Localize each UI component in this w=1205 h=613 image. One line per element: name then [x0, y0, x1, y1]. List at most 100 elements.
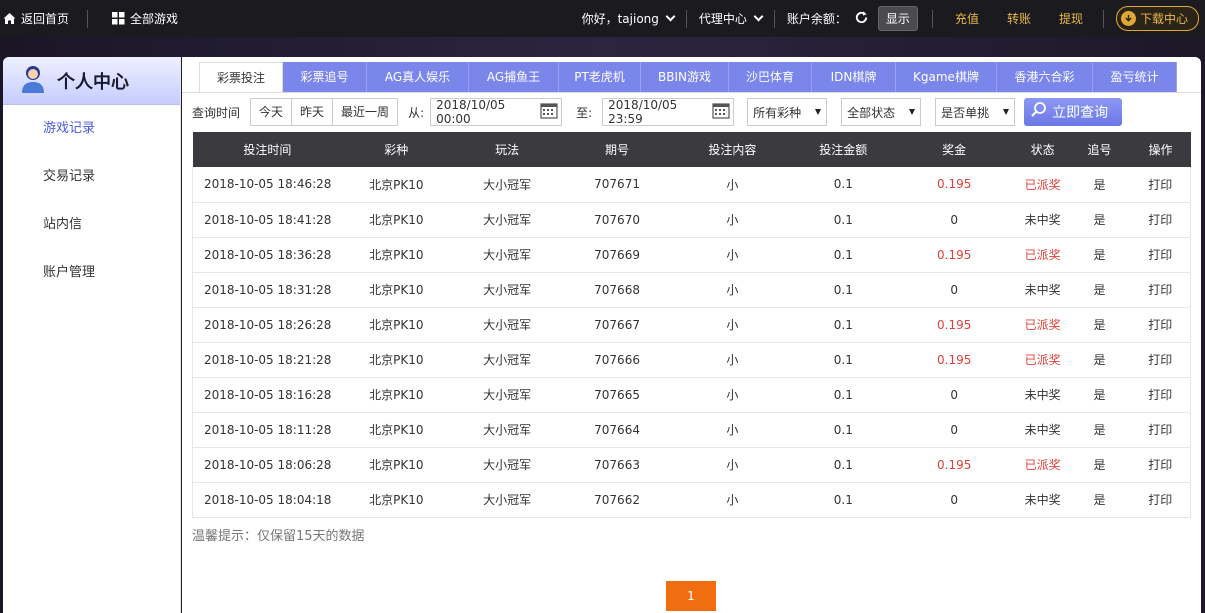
- cell-chase: 是: [1068, 202, 1131, 238]
- sidebar-item-game-records[interactable]: 游戏记录: [3, 119, 180, 167]
- tab-ag-fishing[interactable]: AG捕鱼王: [469, 62, 559, 92]
- greeting-text: 你好，tajiong: [581, 12, 659, 26]
- cell-bet-time: 2018-10-05 18:46:28: [192, 167, 343, 203]
- col-amount[interactable]: 投注金额: [794, 132, 892, 167]
- cell-action[interactable]: 打印: [1130, 167, 1192, 203]
- cell-bet-time: 2018-10-05 18:21:28: [192, 342, 343, 378]
- top-bar: 返回首页 全部游戏 你好，tajiong 代理中心 账户余额： 显示 充值 转账…: [0, 0, 1205, 37]
- sidebar-item-account[interactable]: 账户管理: [3, 263, 180, 311]
- cell-play: 大小冠军: [450, 447, 565, 483]
- download-center-button[interactable]: 下载中心: [1115, 6, 1199, 31]
- divider: [931, 9, 933, 28]
- cell-lottery: 北京PK10: [342, 412, 451, 448]
- col-prize[interactable]: 奖金: [891, 132, 1017, 167]
- all-games-link[interactable]: 全部游戏: [112, 10, 178, 27]
- cell-amount: 0.1: [794, 202, 892, 238]
- withdraw-link[interactable]: 提现: [1059, 10, 1083, 27]
- cell-amount: 0.1: [794, 237, 892, 273]
- cell-action[interactable]: 打印: [1130, 202, 1192, 238]
- tab-lottery-chase[interactable]: 彩票追号: [283, 62, 367, 92]
- cell-action[interactable]: 打印: [1130, 272, 1192, 308]
- to-date-input[interactable]: 2018/10/05 23:59: [602, 98, 735, 126]
- cell-action[interactable]: 打印: [1130, 342, 1192, 378]
- cell-action[interactable]: 打印: [1130, 307, 1192, 343]
- cell-action[interactable]: 打印: [1130, 412, 1192, 448]
- col-lottery[interactable]: 彩种: [342, 132, 451, 167]
- cell-play: 大小冠军: [450, 202, 565, 238]
- status-value: 全部状态: [847, 105, 896, 120]
- table-row: 2018-10-05 18:36:28 北京PK10 大小冠军 707669 小 0.1 0…: [192, 237, 1192, 273]
- col-play[interactable]: 玩法: [450, 132, 565, 167]
- col-bet-time[interactable]: 投注时间: [192, 132, 343, 167]
- bet-records-table: 投注时间 彩种 玩法 期号 投注内容 投注金额 奖金 状态 追号 操作 2018…: [192, 132, 1192, 518]
- agent-center-label: 代理中心: [698, 12, 747, 26]
- home-link[interactable]: 返回首页: [3, 10, 69, 27]
- tab-ag-live[interactable]: AG真人娱乐: [367, 62, 469, 92]
- cell-issue: 707668: [564, 272, 671, 308]
- tab-profit-stats[interactable]: 盈亏统计: [1093, 62, 1177, 92]
- cell-status: 未中奖: [1016, 482, 1069, 518]
- cell-action[interactable]: 打印: [1130, 237, 1192, 273]
- agent-center-dropdown[interactable]: 代理中心: [698, 10, 764, 27]
- transfer-link[interactable]: 转账: [1007, 10, 1031, 27]
- status-select[interactable]: 全部状态: [841, 98, 922, 126]
- col-issue[interactable]: 期号: [564, 132, 671, 167]
- cell-content: 小: [670, 482, 795, 518]
- cell-chase: 是: [1068, 377, 1131, 413]
- cell-play: 大小冠军: [450, 167, 565, 203]
- table-row: 2018-10-05 18:31:28 北京PK10 大小冠军 707668 小 0.1 0…: [192, 272, 1192, 308]
- recharge-link[interactable]: 充值: [955, 10, 979, 27]
- main-panel: 彩票投注 彩票追号 AG真人娱乐 AG捕鱼王 PT老虎机 BBIN游戏 沙巴体育…: [182, 57, 1201, 613]
- cell-bet-time: 2018-10-05 18:31:28: [192, 272, 343, 308]
- cell-bet-time: 2018-10-05 18:36:28: [192, 237, 343, 273]
- cell-amount: 0.1: [794, 412, 892, 448]
- page-button-1[interactable]: 1: [666, 581, 716, 611]
- refresh-icon[interactable]: [854, 10, 869, 28]
- cell-prize: 0: [891, 412, 1017, 448]
- cell-content: 小: [670, 412, 795, 448]
- tab-bar: 彩票投注 彩票追号 AG真人娱乐 AG捕鱼王 PT老虎机 BBIN游戏 沙巴体育…: [199, 62, 1177, 92]
- download-center-label: 下载中心: [1139, 12, 1188, 26]
- dropdown-arrow-icon: [815, 109, 822, 115]
- last-week-button[interactable]: 最近一周: [333, 99, 398, 125]
- cell-chase: 是: [1068, 447, 1131, 483]
- col-status[interactable]: 状态: [1016, 132, 1069, 167]
- tab-pt-slots[interactable]: PT老虎机: [559, 62, 641, 92]
- tab-idn-chess[interactable]: IDN棋牌: [812, 62, 896, 92]
- tab-bbin[interactable]: BBIN游戏: [641, 62, 729, 92]
- cell-issue: 707666: [564, 342, 671, 378]
- query-button[interactable]: 立即查询: [1024, 98, 1123, 126]
- col-action[interactable]: 操作: [1130, 132, 1191, 167]
- divider: [1102, 9, 1104, 28]
- yesterday-button[interactable]: 昨天: [292, 99, 334, 125]
- chevron-down-icon: [665, 11, 676, 22]
- user-greeting-dropdown[interactable]: 你好，tajiong: [581, 10, 676, 27]
- col-chase[interactable]: 追号: [1068, 132, 1131, 167]
- col-content[interactable]: 投注内容: [670, 132, 795, 167]
- from-date-input[interactable]: 2018/10/05 00:00: [430, 98, 563, 126]
- home-icon: [3, 12, 16, 25]
- sidebar-item-transactions[interactable]: 交易记录: [3, 167, 180, 215]
- cell-action[interactable]: 打印: [1130, 482, 1192, 518]
- cell-chase: 是: [1068, 412, 1131, 448]
- cell-chase: 是: [1068, 237, 1131, 273]
- cell-amount: 0.1: [794, 272, 892, 308]
- single-bet-select[interactable]: 是否单挑: [935, 98, 1016, 126]
- filter-bar: 查询时间 今天 昨天 最近一周 从: 2018/10/05 00:00 至: 2…: [192, 98, 1123, 126]
- tab-hk-mark-six[interactable]: 香港六合彩: [997, 62, 1093, 92]
- cell-action[interactable]: 打印: [1130, 447, 1192, 483]
- show-balance-button[interactable]: 显示: [877, 6, 918, 31]
- tab-lottery-bets[interactable]: 彩票投注: [199, 62, 283, 92]
- cell-action[interactable]: 打印: [1130, 377, 1192, 413]
- lottery-type-select[interactable]: 所有彩种: [747, 98, 828, 126]
- cell-lottery: 北京PK10: [342, 377, 451, 413]
- tab-kgame-chess[interactable]: Kgame棋牌: [896, 62, 997, 92]
- sidebar-menu: 游戏记录 交易记录 站内信 账户管理: [3, 105, 180, 311]
- tab-saba-sports[interactable]: 沙巴体育: [729, 62, 812, 92]
- today-button[interactable]: 今天: [251, 99, 293, 125]
- cell-play: 大小冠军: [450, 482, 565, 518]
- calendar-icon: [540, 102, 558, 122]
- sidebar-item-messages[interactable]: 站内信: [3, 215, 180, 263]
- sidebar-title: 个人中心: [57, 71, 129, 93]
- lottery-type-value: 所有彩种: [753, 105, 802, 120]
